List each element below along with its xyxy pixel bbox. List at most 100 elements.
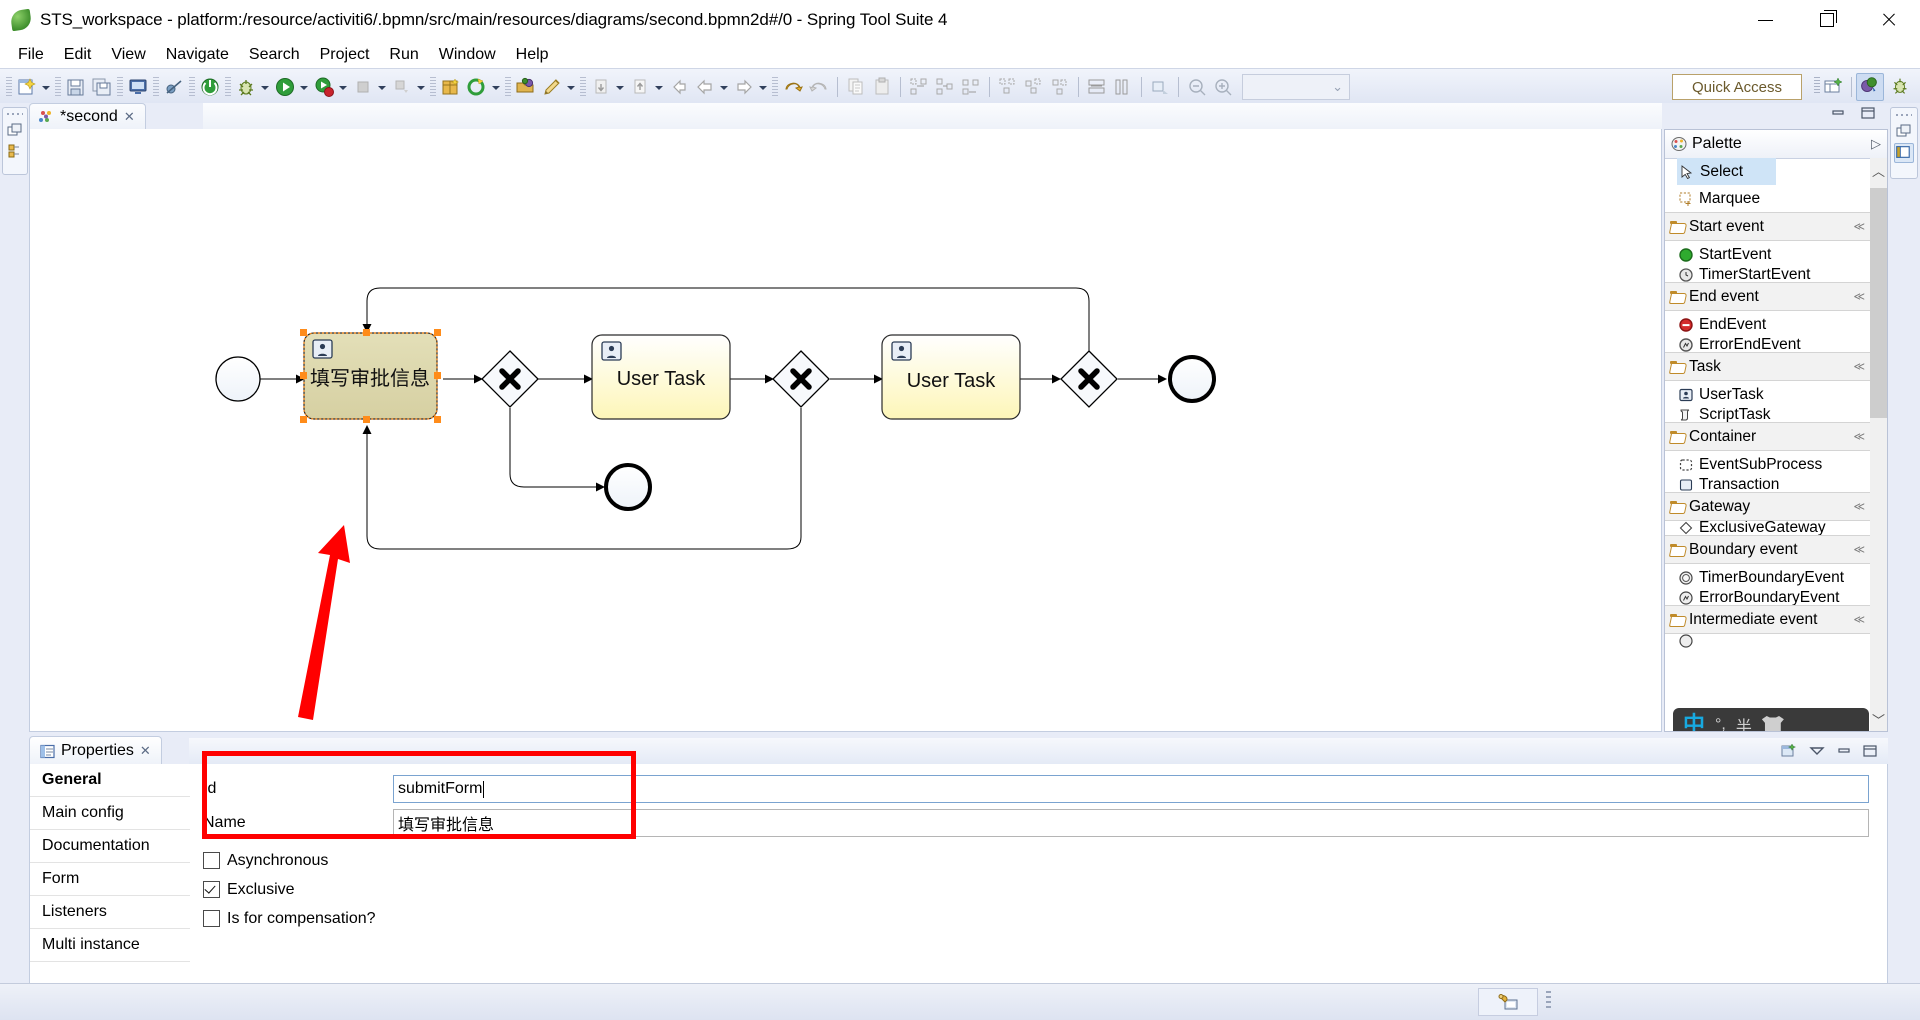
skip-breakpoints-icon[interactable] xyxy=(163,76,185,98)
debug-dropdown-icon[interactable] xyxy=(260,76,271,98)
chevron-down-icon[interactable]: ﹀ xyxy=(1870,707,1887,731)
run-boot-dropdown-icon[interactable] xyxy=(338,76,349,98)
toolbar-grip-2[interactable] xyxy=(55,77,61,97)
quick-access-input[interactable]: Quick Access xyxy=(1672,74,1802,100)
open-type-icon[interactable] xyxy=(515,76,537,98)
edit-dropdown-icon[interactable] xyxy=(566,76,577,98)
debug-perspective-icon[interactable] xyxy=(1888,74,1914,100)
new-wizard-icon[interactable] xyxy=(16,76,38,98)
shirt-icon[interactable] xyxy=(1761,716,1784,731)
palette-entry-errorendevent[interactable]: ErrorEndEvent xyxy=(1665,338,1870,352)
diagram-node-userTask1[interactable]: User Task xyxy=(591,334,731,420)
close-icon[interactable] xyxy=(1858,0,1920,40)
toolbar-grip-7[interactable] xyxy=(430,77,436,97)
palette-group-intermediate-event[interactable]: Intermediate event ≪ xyxy=(1665,605,1870,634)
view-menu-icon[interactable] xyxy=(1808,744,1826,758)
save-all-icon[interactable] xyxy=(91,76,113,98)
undo-icon[interactable] xyxy=(782,76,804,98)
ime-chinese-mode-label[interactable]: 中 xyxy=(1683,714,1705,732)
diagram-node-start-event[interactable] xyxy=(215,356,261,402)
properties-section-form[interactable]: Form xyxy=(30,863,190,896)
close-tab-icon[interactable]: ✕ xyxy=(124,109,135,125)
restore-view-icon[interactable] xyxy=(6,121,24,139)
ime-halfwidth-label[interactable]: 半 xyxy=(1736,713,1752,731)
run-icon[interactable] xyxy=(274,76,296,98)
properties-section-documentation[interactable]: Documentation xyxy=(30,830,190,863)
diagram-node-gw3[interactable] xyxy=(1060,350,1118,408)
menu-view[interactable]: View xyxy=(101,44,155,66)
restore-view-icon-right[interactable] xyxy=(1895,122,1913,140)
properties-section-main-config[interactable]: Main config xyxy=(30,797,190,830)
palette-entry-usertask[interactable]: UserTask xyxy=(1665,381,1870,408)
new-package-icon[interactable] xyxy=(440,76,462,98)
diagram-node-userTask2[interactable]: User Task xyxy=(881,334,1021,420)
menu-file[interactable]: File xyxy=(8,44,54,66)
minimize-view-icon[interactable] xyxy=(1830,107,1846,119)
status-bar-grip[interactable] xyxy=(1546,991,1551,1011)
pin-icon[interactable]: ≪ xyxy=(1853,613,1865,626)
properties-section-general[interactable]: General xyxy=(30,764,190,797)
minimize-view-icon[interactable] xyxy=(1836,745,1852,757)
palette-tool-marquee[interactable]: Marquee xyxy=(1665,185,1870,212)
diagram-node-gw2[interactable] xyxy=(772,350,830,408)
toolbar-grip-6[interactable] xyxy=(225,77,231,97)
diagram-node-end-event-2[interactable] xyxy=(604,463,652,511)
run-boot-icon[interactable] xyxy=(313,76,335,98)
properties-id-input[interactable]: submitForm xyxy=(393,775,1869,803)
chevron-up-icon[interactable]: ︿ xyxy=(1870,158,1887,182)
pin-icon[interactable]: ≪ xyxy=(1853,543,1865,556)
toolbar-grip[interactable] xyxy=(6,77,12,97)
minimize-icon[interactable] xyxy=(1734,0,1796,40)
properties-tab[interactable]: Properties ✕ xyxy=(29,736,162,765)
new-wizard-dropdown-icon[interactable] xyxy=(41,76,52,98)
properties-checkbox-is-for-compensation[interactable]: Is for compensation? xyxy=(191,904,1887,933)
palette-entry-timerstartevent[interactable]: TimerStartEvent xyxy=(1665,268,1870,282)
palette-entry-eventsubprocess[interactable]: EventSubProcess xyxy=(1665,451,1870,478)
refresh-dropdown-icon[interactable] xyxy=(491,76,502,98)
run-dropdown-icon[interactable] xyxy=(299,76,310,98)
properties-section-listeners[interactable]: Listeners xyxy=(30,896,190,929)
pin-icon[interactable]: ≪ xyxy=(1853,290,1865,303)
palette-group-end-event[interactable]: End event ≪ xyxy=(1665,282,1870,311)
checkbox-exclusive-box[interactable] xyxy=(203,881,220,898)
palette-scrollbar[interactable]: ︿ ﹀ xyxy=(1870,158,1887,731)
palette-group-boundary-event[interactable]: Boundary event ≪ xyxy=(1665,535,1870,564)
palette-entry-scripttask[interactable]: ScriptTask xyxy=(1665,408,1870,422)
checkbox-asynchronous-box[interactable] xyxy=(203,852,220,869)
toolbar-grip-8[interactable] xyxy=(505,77,511,97)
palette-scroll-thumb[interactable] xyxy=(1870,188,1887,418)
menu-run[interactable]: Run xyxy=(379,44,428,66)
toolbar-grip-4[interactable] xyxy=(153,77,159,97)
pin-icon[interactable]: ≪ xyxy=(1853,430,1865,443)
restore-icon[interactable] xyxy=(1796,0,1858,40)
edit-icon[interactable] xyxy=(541,76,563,98)
menu-window[interactable]: Window xyxy=(429,44,506,66)
properties-checkbox-asynchronous[interactable]: Asynchronous xyxy=(191,846,1887,875)
palette-entry-errorboundaryevent[interactable]: ErrorBoundaryEvent xyxy=(1665,591,1870,605)
toolbar-grip-10[interactable] xyxy=(772,77,778,97)
close-tab-icon[interactable]: ✕ xyxy=(140,743,151,759)
new-view-icon[interactable] xyxy=(1780,742,1798,760)
save-icon[interactable] xyxy=(65,76,87,98)
palette-entry-transaction[interactable]: Transaction xyxy=(1665,478,1870,492)
outline-view-icon[interactable] xyxy=(6,142,24,160)
palette-view-restore-icon[interactable] xyxy=(1894,143,1914,163)
palette-entry-timerboundaryevent[interactable]: TimerBoundaryEvent xyxy=(1665,564,1870,591)
fastview-grip[interactable] xyxy=(7,110,23,118)
toolbar-grip-9[interactable] xyxy=(580,77,586,97)
status-indicator[interactable] xyxy=(1478,988,1538,1016)
diagram-node-gw1[interactable] xyxy=(481,350,539,408)
debug-icon[interactable] xyxy=(235,76,257,98)
ime-punctuation-label[interactable]: °, xyxy=(1715,716,1726,731)
palette-group-task[interactable]: Task ≪ xyxy=(1665,352,1870,381)
pin-icon[interactable]: ≪ xyxy=(1853,220,1865,233)
palette-group-container[interactable]: Container ≪ xyxy=(1665,422,1870,451)
maximize-view-icon[interactable] xyxy=(1860,106,1876,120)
palette-entry-startevent[interactable]: StartEvent xyxy=(1665,241,1870,268)
diagram-node-submitForm[interactable]: 填写审批信息 xyxy=(300,329,441,423)
properties-section-multi-instance[interactable]: Multi instance xyxy=(30,929,190,962)
palette-group-gateway[interactable]: Gateway ≪ xyxy=(1665,492,1870,521)
diagram-node-end-event-1[interactable] xyxy=(1168,355,1216,403)
toolbar-grip-3[interactable] xyxy=(117,77,123,97)
palette-entry-endevent[interactable]: EndEvent xyxy=(1665,311,1870,338)
